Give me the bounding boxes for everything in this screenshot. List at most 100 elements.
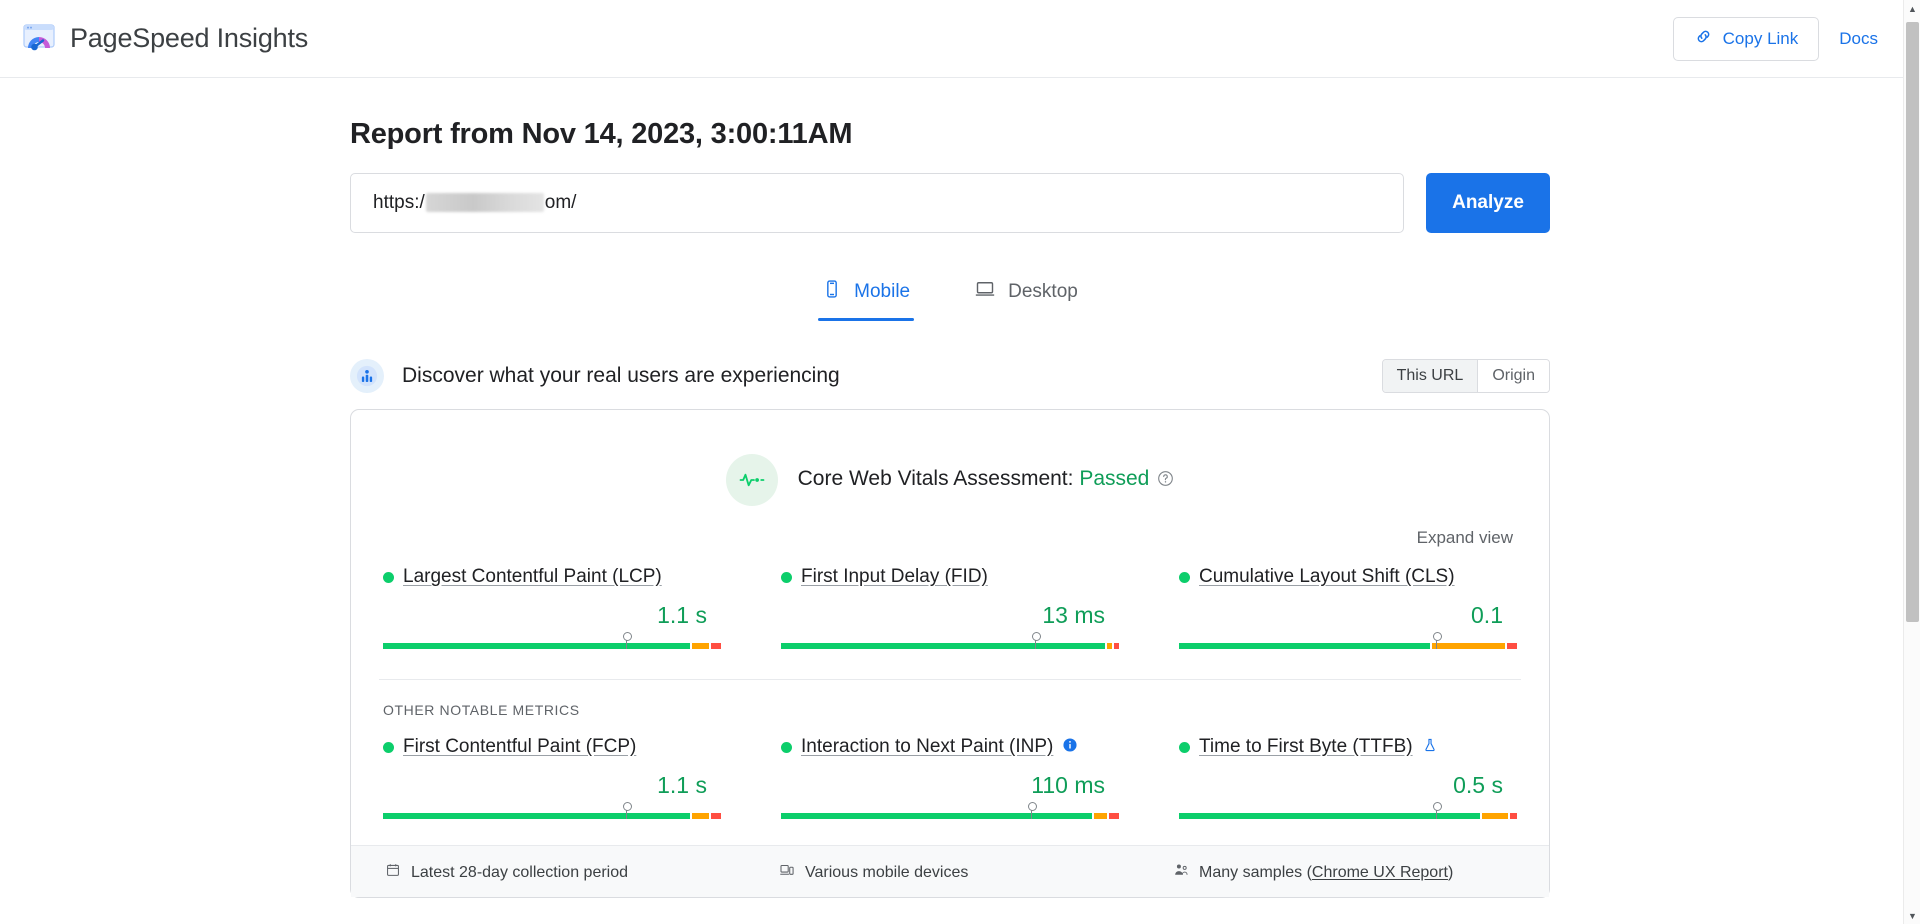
- metric-value: 0.1: [1179, 602, 1517, 629]
- scrollbar-thumb[interactable]: [1906, 22, 1919, 622]
- mobile-phone-icon: [822, 279, 842, 305]
- segment-needs-improvement: [692, 813, 709, 819]
- metric-value: 1.1 s: [383, 602, 721, 629]
- content-column: Report from Nov 14, 2023, 3:00:11AM http…: [350, 118, 1550, 898]
- status-dot-green: [781, 742, 792, 753]
- segment-poor: [1114, 643, 1119, 649]
- chrome-ux-report-link[interactable]: Chrome UX Report: [1312, 864, 1448, 881]
- scope-toggle: This URL Origin: [1382, 359, 1550, 393]
- scope-this-url-button[interactable]: This URL: [1383, 360, 1478, 392]
- metric-value: 0.5 s: [1179, 772, 1517, 799]
- metric-name-link[interactable]: Cumulative Layout Shift (CLS): [1199, 566, 1455, 588]
- metric-inp: Interaction to Next Paint (INP) 110 ms: [777, 736, 1123, 819]
- segment-poor: [711, 643, 721, 649]
- app-header: PageSpeed Insights Copy Link Docs: [0, 0, 1920, 78]
- field-data-header: Discover what your real users are experi…: [350, 359, 1550, 393]
- expand-view-row: Expand view: [379, 528, 1521, 548]
- metric-name-link[interactable]: First Input Delay (FID): [801, 566, 988, 588]
- value-marker: [1436, 633, 1437, 649]
- page-body: Report from Nov 14, 2023, 3:00:11AM http…: [0, 78, 1920, 898]
- tab-mobile[interactable]: Mobile: [818, 271, 914, 321]
- url-value: https:/ om/: [373, 192, 576, 214]
- tab-mobile-label: Mobile: [854, 281, 910, 303]
- field-data-card: Core Web Vitals Assessment: Passed Expan…: [350, 409, 1550, 898]
- other-metrics-label: OTHER NOTABLE METRICS: [379, 702, 1521, 718]
- field-data-heading: Discover what your real users are experi…: [402, 364, 840, 388]
- status-dot-green: [1179, 572, 1190, 583]
- url-prefix: https:/: [373, 192, 425, 213]
- expand-view-button[interactable]: Expand view: [1417, 528, 1513, 548]
- core-web-vitals-grid: Largest Contentful Paint (LCP) 1.1 s: [379, 566, 1521, 649]
- brand: PageSpeed Insights: [22, 22, 308, 56]
- devices-icon: [779, 862, 795, 883]
- help-circle-icon[interactable]: [1157, 469, 1174, 492]
- cwv-assessment-label: Core Web Vitals Assessment:: [798, 467, 1074, 490]
- metric-name-link[interactable]: Time to First Byte (TTFB): [1199, 736, 1413, 758]
- calendar-icon: [385, 862, 401, 883]
- url-suffix: om/: [545, 192, 577, 213]
- link-icon: [1694, 27, 1713, 51]
- value-marker: [1436, 803, 1437, 819]
- footer-collection-period: Latest 28-day collection period: [385, 862, 727, 883]
- metric-header: First Input Delay (FID): [781, 566, 1119, 588]
- metric-header: Largest Contentful Paint (LCP): [383, 566, 721, 588]
- url-input[interactable]: https:/ om/: [350, 173, 1404, 233]
- distribution-bar: [383, 803, 721, 819]
- segment-good: [1179, 643, 1430, 649]
- segment-good: [383, 643, 690, 649]
- metric-value: 110 ms: [781, 772, 1119, 799]
- other-metrics-grid: First Contentful Paint (FCP) 1.1 s: [379, 736, 1521, 819]
- people-icon: [1173, 862, 1189, 883]
- section-divider: [379, 679, 1521, 680]
- pulse-icon: [726, 454, 778, 506]
- segment-needs-improvement: [692, 643, 709, 649]
- desktop-monitor-icon: [974, 279, 996, 305]
- status-dot-green: [383, 742, 394, 753]
- metric-ttfb: Time to First Byte (TTFB) 0.5 s: [1175, 736, 1521, 819]
- copy-link-label: Copy Link: [1723, 29, 1799, 49]
- footer-samples: Many samples (Chrome UX Report): [1173, 862, 1515, 883]
- pagespeed-logo-icon: [22, 22, 56, 56]
- page-title: Report from Nov 14, 2023, 3:00:11AM: [350, 118, 1550, 151]
- tab-desktop[interactable]: Desktop: [970, 271, 1082, 321]
- value-marker: [626, 803, 627, 819]
- analyze-button[interactable]: Analyze: [1426, 173, 1550, 233]
- metric-value: 13 ms: [781, 602, 1119, 629]
- metric-name-link[interactable]: Interaction to Next Paint (INP): [801, 736, 1053, 758]
- value-marker: [626, 633, 627, 649]
- segment-good: [1179, 813, 1480, 819]
- metric-cls: Cumulative Layout Shift (CLS) 0.1: [1175, 566, 1521, 649]
- distribution-bar: [1179, 803, 1517, 819]
- docs-link[interactable]: Docs: [1839, 29, 1878, 49]
- info-filled-icon[interactable]: [1062, 737, 1078, 758]
- copy-link-button[interactable]: Copy Link: [1673, 17, 1820, 61]
- scope-origin-button[interactable]: Origin: [1478, 360, 1549, 392]
- status-dot-green: [781, 572, 792, 583]
- metric-lcp: Largest Contentful Paint (LCP) 1.1 s: [379, 566, 725, 649]
- segment-poor: [1507, 643, 1517, 649]
- scroll-down-arrow-icon[interactable]: ▼: [1904, 907, 1920, 924]
- page-scrollbar[interactable]: ▲ ▼: [1903, 0, 1920, 924]
- footer-text: Many samples (Chrome UX Report): [1199, 864, 1453, 882]
- footer-text: Various mobile devices: [805, 864, 968, 882]
- segment-needs-improvement: [1107, 643, 1112, 649]
- cwv-assessment-status: Passed: [1079, 467, 1149, 490]
- footer-text-prefix: Many samples: [1199, 864, 1307, 881]
- scroll-up-arrow-icon[interactable]: ▲: [1904, 0, 1920, 17]
- distribution-bar: [781, 633, 1119, 649]
- cwv-assessment-text: Core Web Vitals Assessment: Passed: [798, 467, 1175, 493]
- footer-text: Latest 28-day collection period: [411, 864, 628, 882]
- metric-name-link[interactable]: First Contentful Paint (FCP): [403, 736, 636, 758]
- flask-experimental-icon[interactable]: [1422, 737, 1438, 758]
- distribution-bar: [383, 633, 721, 649]
- field-data-icon: [350, 359, 384, 393]
- status-dot-green: [1179, 742, 1190, 753]
- metric-name-link[interactable]: Largest Contentful Paint (LCP): [403, 566, 662, 588]
- segment-good: [781, 813, 1092, 819]
- metric-value: 1.1 s: [383, 772, 721, 799]
- metric-header: Cumulative Layout Shift (CLS): [1179, 566, 1517, 588]
- value-marker: [1031, 803, 1032, 819]
- metric-header: Time to First Byte (TTFB): [1179, 736, 1517, 758]
- segment-poor: [1109, 813, 1119, 819]
- segment-needs-improvement: [1482, 813, 1509, 819]
